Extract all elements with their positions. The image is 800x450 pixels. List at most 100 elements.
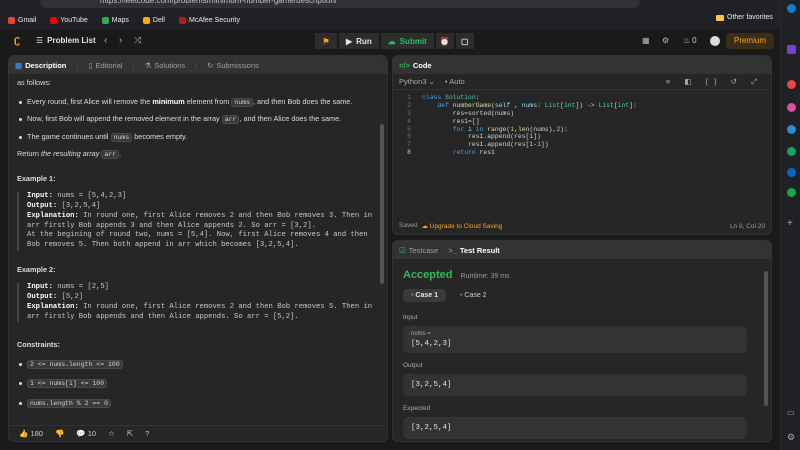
result-panel: ☑ Testcase >_ Test Result Accepted Runtime… [392, 240, 772, 442]
tab-testcase[interactable]: ☑ Testcase [399, 246, 438, 255]
address-bar[interactable]: https://leetcode.com/problems/minimum-nu… [40, 0, 640, 8]
other-favorites[interactable]: Other favorites [716, 14, 773, 21]
code-token: res=sorted(nums) [422, 109, 515, 117]
share-icon[interactable]: ⇱ [127, 429, 133, 438]
dislike-button[interactable]: 👎 [55, 429, 64, 438]
description-scrollbar[interactable] [380, 124, 384, 284]
settings-icon[interactable]: ⚙ [787, 432, 795, 443]
description-panel: ▤ Description | ▯ Editorial | ⚗ Solutions | ↻ Subm… [8, 55, 388, 442]
copilot-icon[interactable] [787, 4, 796, 13]
tab-submissions[interactable]: ↻ Submissions [207, 61, 259, 70]
office-icon[interactable] [787, 147, 796, 156]
example-explanation-value: In round one, first Alice removes 2 and … [27, 302, 377, 321]
example-output-value: [5,2] [61, 293, 84, 302]
rule-code: arr [221, 115, 240, 125]
sidebar-toggle-icon[interactable]: ▭ [787, 408, 795, 417]
tab-solutions[interactable]: ⚗ Solutions [145, 61, 186, 70]
tab-separator: | [76, 60, 79, 70]
bookmark-icon [178, 16, 186, 24]
line-number: 3 [407, 109, 411, 117]
bookmark-icon [142, 16, 150, 24]
like-button[interactable]: 👍 180 [19, 429, 43, 438]
code-token: res1.append(res[i]) [422, 133, 541, 141]
games-icon[interactable] [787, 125, 796, 134]
rule-bold: minimum [152, 96, 185, 106]
editor-actions[interactable]: ≡ ◧ {} ↺ ⤢ [666, 77, 763, 87]
example-explanation: Explanation: In round one, first Alice r… [27, 303, 381, 322]
timer-button[interactable]: ⏰ [435, 33, 454, 49]
constraint-code: nums.length % 2 == 0 [27, 398, 112, 408]
auto-toggle[interactable]: • Auto [445, 77, 465, 86]
settings-gear-icon[interactable]: ⚙ [662, 36, 669, 45]
notes-button[interactable]: ▢ [455, 33, 474, 49]
add-icon[interactable]: + [787, 218, 793, 229]
outlook-icon[interactable] [787, 168, 796, 177]
description-body: as follows: Every round, first Alice wil… [9, 74, 387, 409]
example-explanation-label: Explanation: [27, 302, 79, 311]
upgrade-link[interactable]: ☁ Upgrade to Cloud Saving [421, 222, 502, 230]
bookmarks-bar: Gmail YouTube Maps Dell McAfee Security [0, 12, 780, 28]
tab-icon: ▯ [88, 60, 93, 70]
code-panel: </> Code Python3 ⌄ • Auto ≡ ◧ {} ↺ ⤢ 1 cla… [392, 55, 772, 235]
tab-editorial[interactable]: ▯ Editorial [88, 61, 122, 70]
bookmark-4[interactable]: McAfee Security [178, 16, 240, 24]
streak-counter[interactable]: ♨ 0 [683, 36, 697, 45]
line-number: 6 [407, 133, 411, 141]
language-select[interactable]: Python3 ⌄ [399, 77, 435, 86]
tools-icon[interactable] [787, 80, 796, 89]
avatar[interactable] [710, 36, 720, 46]
rule-code: nums [110, 132, 133, 142]
thumbs-up-icon: 👍 [19, 429, 29, 438]
list-icon: ☰ [36, 36, 44, 45]
bookmark-1[interactable]: YouTube [50, 16, 88, 24]
example-explanation-label: Explanation: [27, 211, 79, 220]
drop-icon[interactable] [787, 188, 796, 197]
help-icon[interactable]: ? [145, 429, 149, 438]
code-token: Solution [445, 94, 476, 101]
tab-code[interactable]: </> Code [399, 61, 432, 70]
premium-button[interactable]: Premium [725, 33, 774, 49]
star-icon[interactable]: ☆ [108, 429, 115, 438]
example-input-label: Input: [27, 283, 53, 292]
leetcode-logo-icon[interactable]: ʗ [14, 34, 24, 47]
problem-list-button[interactable]: ☰ Problem List [36, 36, 96, 45]
code-token: class [422, 94, 446, 101]
next-problem-icon[interactable]: › [119, 35, 122, 46]
example-input: Input: nums = [2,5] [27, 283, 381, 293]
result-scrollbar[interactable] [764, 271, 768, 406]
tab-test-result[interactable]: >_ Test Result [448, 246, 499, 255]
bookmark-icon [101, 16, 109, 24]
bookmark-label: Dell [152, 16, 165, 24]
code-token: return [452, 149, 480, 157]
code-token: List [544, 101, 561, 109]
code-editor[interactable]: 1 class Solution: 2 def numberGame(self , … [393, 90, 771, 157]
collections-icon[interactable] [787, 45, 796, 54]
edge-sidebar: + ▭ ⚙ [780, 0, 800, 450]
layout-icon[interactable]: ▦ [642, 36, 650, 45]
rule-pre: Every round, first Alice will remove the [27, 96, 153, 106]
code-token: numberGame [452, 101, 492, 109]
prev-problem-icon[interactable]: ‹ [104, 35, 107, 46]
case-1-tab[interactable]: • Case 1 [403, 289, 446, 302]
accepted-status: Accepted [403, 269, 453, 281]
case-2-tab[interactable]: • Case 2 [452, 289, 495, 302]
rule-item: Every round, first Alice will remove the… [17, 97, 381, 108]
shuffle-icon[interactable]: ⤨ [134, 35, 141, 46]
example-input-label: Input: [27, 192, 53, 201]
leetcode-topbar: ʗ ☰ Problem List ‹ › ⤨ ⚑ ▶ Run ☁ Submit ⏰ … [0, 30, 780, 52]
code-line: 6 res1.append(res[i]) [393, 133, 771, 141]
submit-button[interactable]: ☁ Submit [380, 33, 434, 49]
shopping-icon[interactable] [787, 103, 796, 112]
line-number: 4 [407, 117, 411, 125]
comment-icon: 💬 [76, 429, 86, 438]
code-token: for [452, 125, 469, 133]
bookmark-3[interactable]: Dell [142, 16, 165, 24]
bookmark-0[interactable]: Gmail [8, 16, 36, 24]
comments-button[interactable]: 💬 10 [76, 429, 96, 438]
result-body: Accepted Runtime: 39 ms • Case 1 • Case … [393, 259, 771, 439]
debug-button[interactable]: ⚑ [315, 33, 337, 49]
bookmark-2[interactable]: Maps [101, 16, 129, 24]
tab-description[interactable]: ▤ Description [15, 61, 66, 70]
run-button[interactable]: ▶ Run [339, 33, 379, 49]
return-text: Return the resulting array arr. [17, 149, 122, 160]
